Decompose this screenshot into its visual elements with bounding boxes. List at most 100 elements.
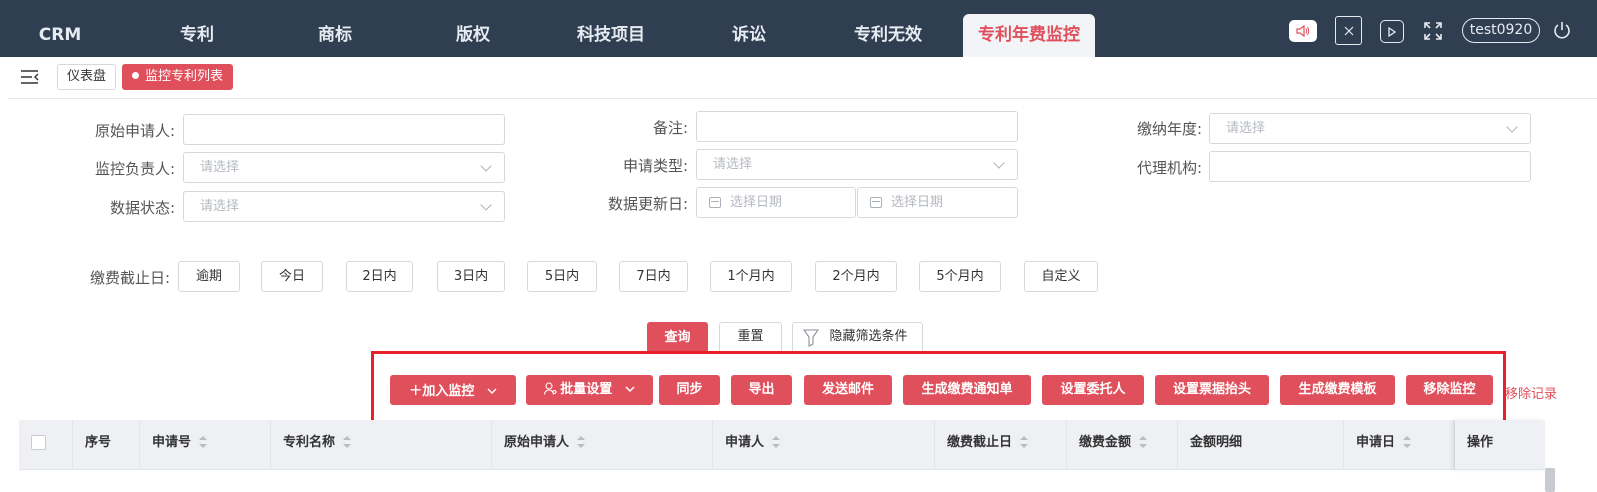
col-index: 序号 bbox=[73, 420, 140, 470]
deadline-5days[interactable]: 5日内 bbox=[527, 261, 597, 292]
col-payment-amount-label: 缴费金额 bbox=[1079, 435, 1132, 450]
tab-trademark[interactable]: 商标 bbox=[295, 14, 375, 57]
crumb-monitor-list[interactable]: 监控专利列表 bbox=[122, 64, 234, 90]
label-deadline: 缴费截止日: bbox=[89, 269, 170, 287]
col-patent-name[interactable]: 专利名称 bbox=[271, 420, 492, 470]
select-all-checkbox[interactable] bbox=[31, 435, 46, 450]
search-button[interactable]: 查询 bbox=[647, 322, 708, 353]
tab-copyright[interactable]: 版权 bbox=[433, 14, 513, 57]
deadline-2days[interactable]: 2日内 bbox=[346, 261, 413, 292]
generate-payment-notice-button[interactable]: 生成缴费通知单 bbox=[903, 375, 1031, 405]
generate-payment-template-button[interactable]: 生成缴费模板 bbox=[1280, 375, 1395, 405]
tab-annual-fee-monitor[interactable]: 专利年费监控 bbox=[963, 14, 1095, 57]
col-application-date[interactable]: 申请日 bbox=[1344, 420, 1455, 470]
batch-settings-button[interactable]: 批量设置 bbox=[526, 375, 653, 405]
label-original-applicant: 原始申请人: bbox=[94, 122, 175, 140]
sort-icon[interactable] bbox=[1403, 436, 1412, 448]
tab-tech-project[interactable]: 科技项目 bbox=[565, 14, 657, 57]
apply-type-select[interactable]: 请选择 bbox=[696, 149, 1018, 180]
deadline-custom[interactable]: 自定义 bbox=[1024, 261, 1098, 292]
col-payment-deadline-label: 缴费截止日 bbox=[947, 435, 1013, 450]
chevron-down-icon bbox=[480, 160, 492, 172]
hide-filter-button[interactable]: 隐藏筛选条件 bbox=[792, 322, 923, 353]
calendar-icon bbox=[709, 197, 721, 208]
col-application-no[interactable]: 申请号 bbox=[140, 420, 271, 470]
label-update-date: 数据更新日: bbox=[607, 195, 688, 213]
sort-icon[interactable] bbox=[1139, 436, 1148, 448]
chevron-down-icon bbox=[993, 157, 1005, 169]
vertical-scrollbar[interactable] bbox=[1545, 468, 1555, 492]
data-status-select[interactable]: 请选择 bbox=[183, 191, 505, 222]
update-date-start[interactable]: 选择日期 bbox=[696, 187, 856, 218]
set-invoice-header-button[interactable]: 设置票据抬头 bbox=[1155, 375, 1269, 405]
chevron-down-icon bbox=[625, 386, 635, 392]
add-monitor-button[interactable]: +加入监控 bbox=[390, 375, 516, 405]
speaker-icon[interactable] bbox=[1289, 20, 1317, 42]
close-box-icon[interactable] bbox=[1335, 16, 1362, 45]
tab-patent[interactable]: 专利 bbox=[157, 14, 237, 57]
deadline-3days[interactable]: 3日内 bbox=[437, 261, 505, 292]
update-date-start-placeholder: 选择日期 bbox=[730, 195, 783, 210]
sync-button[interactable]: 同步 bbox=[659, 375, 720, 405]
tab-patent-invalidation[interactable]: 专利无效 bbox=[843, 14, 933, 57]
chevron-down-icon bbox=[1506, 121, 1518, 133]
sort-icon[interactable] bbox=[772, 436, 781, 448]
chevron-down-icon bbox=[480, 199, 492, 211]
power-icon[interactable] bbox=[1552, 19, 1572, 41]
remark-input[interactable] bbox=[696, 111, 1018, 142]
tab-crm[interactable]: CRM bbox=[20, 14, 100, 57]
update-date-end[interactable]: 选择日期 bbox=[857, 187, 1018, 218]
calendar-icon bbox=[870, 197, 882, 208]
crumb-monitor-list-label: 监控专利列表 bbox=[145, 69, 224, 84]
sort-icon[interactable] bbox=[343, 436, 352, 448]
col-application-date-label: 申请日 bbox=[1356, 435, 1396, 450]
apply-type-placeholder: 请选择 bbox=[713, 157, 753, 172]
reset-button[interactable]: 重置 bbox=[719, 322, 782, 353]
col-patent-name-label: 专利名称 bbox=[283, 435, 336, 450]
col-application-no-label: 申请号 bbox=[152, 435, 192, 450]
label-remark: 备注: bbox=[652, 119, 688, 137]
sort-icon[interactable] bbox=[577, 436, 586, 448]
tag-bar: 仪表盘 监控专利列表 bbox=[8, 57, 1597, 99]
menu-collapse-icon[interactable] bbox=[20, 69, 40, 85]
top-navigation: CRM 专利 商标 版权 科技项目 诉讼 专利无效 专利年费监控 test092… bbox=[0, 0, 1597, 57]
col-original-applicant[interactable]: 原始申请人 bbox=[492, 420, 713, 470]
monitor-owner-placeholder: 请选择 bbox=[200, 160, 240, 175]
col-payment-amount[interactable]: 缴费金额 bbox=[1067, 420, 1178, 470]
export-button[interactable]: 导出 bbox=[731, 375, 792, 405]
play-icon[interactable] bbox=[1380, 20, 1404, 43]
col-payment-deadline[interactable]: 缴费截止日 bbox=[935, 420, 1067, 470]
sort-icon[interactable] bbox=[1020, 436, 1029, 448]
col-applicant[interactable]: 申请人 bbox=[713, 420, 935, 470]
send-email-button[interactable]: 发送邮件 bbox=[804, 375, 892, 405]
sort-icon[interactable] bbox=[199, 436, 208, 448]
user-menu[interactable]: test0920 bbox=[1462, 18, 1540, 43]
chevron-down-icon bbox=[487, 388, 497, 394]
payment-year-select[interactable]: 请选择 bbox=[1209, 113, 1531, 144]
label-data-status: 数据状态: bbox=[109, 199, 175, 217]
fullscreen-icon[interactable] bbox=[1422, 20, 1444, 42]
plus-icon: + bbox=[409, 380, 423, 399]
deadline-5months[interactable]: 5个月内 bbox=[919, 261, 1001, 292]
table-header: 序号 申请号 专利名称 原始申请人 申请人 缴费截止日 缴费金额 金额明细 申请… bbox=[19, 420, 1545, 470]
original-applicant-input[interactable] bbox=[183, 114, 505, 145]
label-monitor-owner: 监控负责人: bbox=[94, 160, 175, 178]
deadline-7days[interactable]: 7日内 bbox=[619, 261, 688, 292]
tab-litigation[interactable]: 诉讼 bbox=[709, 14, 789, 57]
set-client-button[interactable]: 设置委托人 bbox=[1042, 375, 1144, 405]
deadline-1month[interactable]: 1个月内 bbox=[710, 261, 792, 292]
payment-year-placeholder: 请选择 bbox=[1226, 121, 1266, 136]
data-status-placeholder: 请选择 bbox=[200, 199, 240, 214]
deadline-2months[interactable]: 2个月内 bbox=[815, 261, 897, 292]
agency-input[interactable] bbox=[1209, 151, 1531, 182]
crumb-dashboard[interactable]: 仪表盘 bbox=[57, 64, 117, 90]
remove-monitor-button[interactable]: 移除监控 bbox=[1406, 375, 1493, 405]
deadline-today[interactable]: 今日 bbox=[261, 261, 323, 292]
monitor-owner-select[interactable]: 请选择 bbox=[183, 152, 505, 183]
label-payment-year: 缴纳年度: bbox=[1136, 120, 1202, 138]
remove-record-link[interactable]: 移除记录 bbox=[1505, 383, 1557, 402]
deadline-overdue[interactable]: 逾期 bbox=[178, 261, 240, 292]
add-monitor-label: 加入监控 bbox=[422, 384, 475, 399]
update-date-end-placeholder: 选择日期 bbox=[891, 195, 944, 210]
label-agency: 代理机构: bbox=[1136, 159, 1202, 177]
